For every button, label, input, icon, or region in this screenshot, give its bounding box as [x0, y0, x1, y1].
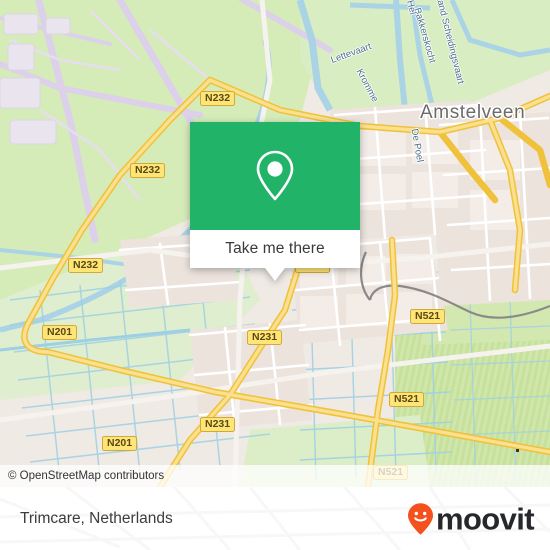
- location-pin-icon: [256, 150, 294, 201]
- map-viewport[interactable]: Amstelveen Lettevaart Kromme Bakkerskoch…: [0, 0, 550, 487]
- osm-attribution-text: © OpenStreetMap contributors: [8, 470, 165, 482]
- map-attribution-bar: © OpenStreetMap contributors: [0, 465, 550, 487]
- moovit-smiley-pin-icon: [407, 502, 433, 535]
- road-shield-n521: N521: [410, 309, 446, 324]
- place-label-amstelveen: Amstelveen: [420, 102, 526, 123]
- road-shield-n232: N232: [68, 258, 104, 273]
- moovit-map-page: Amstelveen Lettevaart Kromme Bakkerskoch…: [0, 0, 550, 550]
- page-title: Trimcare, Netherlands: [20, 509, 173, 527]
- take-me-there-button[interactable]: Take me there: [190, 230, 360, 268]
- road-shield-n232: N232: [130, 163, 166, 178]
- road-shield-n232: N232: [200, 91, 236, 106]
- page-footer: Trimcare, Netherlands moovit: [0, 487, 550, 550]
- road-shield-n231: N231: [200, 417, 236, 432]
- moovit-logo[interactable]: moovit: [407, 501, 535, 536]
- popup-image: [190, 122, 360, 230]
- take-me-there-label: Take me there: [225, 240, 325, 257]
- road-shield-n201: N201: [102, 436, 138, 451]
- location-popup-card[interactable]: Take me there: [190, 122, 360, 281]
- road-shield-n201: N201: [42, 325, 78, 340]
- moovit-wordmark: moovit: [435, 501, 535, 536]
- road-shield-n231: N231: [247, 330, 283, 345]
- road-shield-n521: N521: [389, 392, 425, 407]
- popup-pointer: [265, 268, 285, 281]
